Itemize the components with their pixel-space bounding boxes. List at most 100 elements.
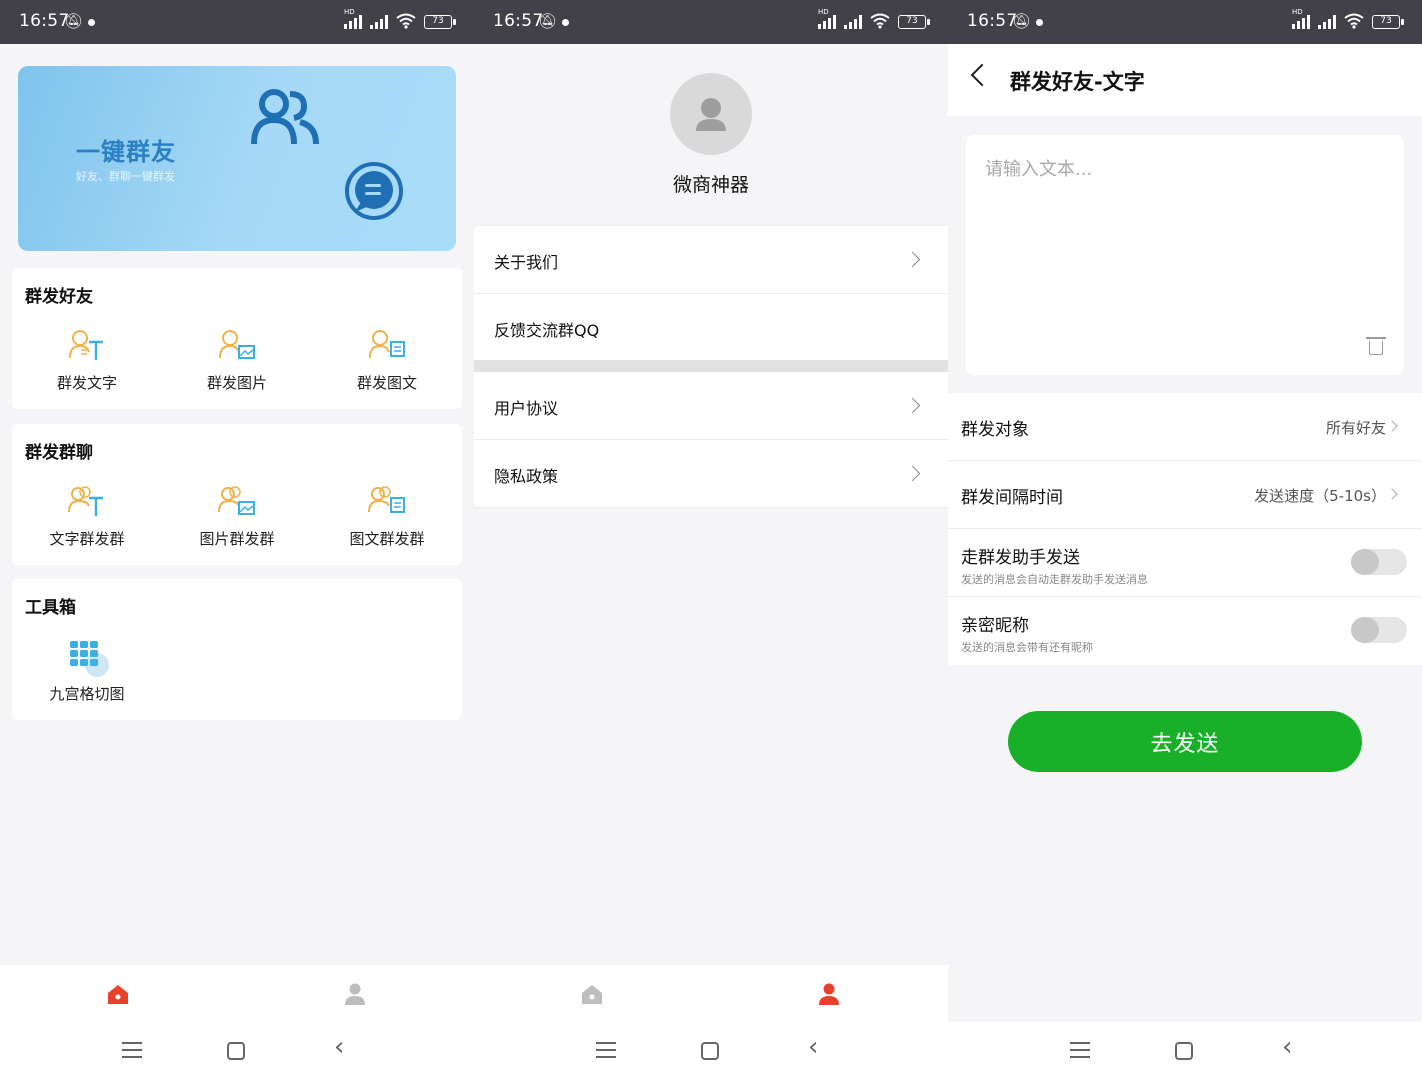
status-bar: 16:57 🔕︎ HD 73 — [474, 0, 948, 44]
section-divider — [474, 360, 948, 372]
item-label: 群发图文 — [356, 374, 417, 392]
wifi-icon — [1344, 13, 1364, 29]
battery-icon: 73 — [898, 15, 930, 29]
row-value: 发送速度（5-10s） — [1254, 487, 1386, 505]
screen-home: 16:57 🔕︎ HD 73 一键群友 好友、群聊一键群发 群发好友 群发文字 … — [0, 0, 474, 1080]
banner[interactable]: 一键群友 好友、群聊一键群发 — [18, 66, 456, 251]
row-send-interval[interactable]: 群发间隔时间 发送速度（5-10s） — [948, 461, 1422, 529]
item-label: 图片群发群 — [199, 530, 275, 548]
text-input-placeholder: 请输入文本... — [985, 159, 1093, 180]
cell-signal-icon: HD — [1292, 9, 1310, 29]
user-text-icon — [67, 328, 107, 362]
back-nav-icon[interactable]: ‹ — [808, 1032, 818, 1062]
home-nav-icon[interactable] — [1175, 1042, 1193, 1060]
chevron-right-icon — [1386, 420, 1398, 432]
user-image-icon — [217, 328, 257, 362]
item-label: 群发图片 — [206, 374, 267, 392]
screen-send-text: 16:57 🔕︎ HD 73 群发好友-文字 请输入文本... 群发对象 所有好… — [948, 0, 1422, 1080]
mute-bell-icon: 🔕︎ — [64, 12, 84, 30]
users-icon — [251, 89, 319, 145]
status-icons: HD 73 — [818, 9, 930, 29]
hd-label: HD — [1292, 8, 1303, 16]
send-button[interactable]: 去发送 — [1008, 711, 1362, 772]
back-nav-icon[interactable]: ‹ — [1282, 1032, 1292, 1062]
system-nav-bar: ‹ — [0, 1022, 474, 1080]
group-article-icon — [367, 484, 407, 518]
item-send-image-text[interactable]: 群发图文 — [312, 328, 462, 393]
menu-label: 隐私政策 — [494, 467, 559, 486]
page-header: 群发好友-文字 — [948, 44, 1422, 116]
row-description: 发送的消息会自动走群发助手发送消息 — [961, 573, 1148, 586]
row-label: 走群发助手发送 — [961, 548, 1080, 568]
group-text-icon — [67, 484, 107, 518]
chevron-right-icon — [904, 465, 921, 482]
row-label: 群发间隔时间 — [961, 488, 1063, 508]
cell-signal-2-icon — [1318, 15, 1336, 29]
status-time: 16:57 — [493, 11, 544, 31]
status-time: 16:57 — [967, 11, 1018, 31]
group-assistant-toggle[interactable] — [1351, 549, 1407, 575]
row-send-target[interactable]: 群发对象 所有好友 — [948, 393, 1422, 461]
profile-tab-icon[interactable] — [816, 981, 842, 1007]
section-title: 工具箱 — [25, 598, 76, 618]
hd-label: HD — [818, 8, 829, 16]
notification-dot-icon — [1036, 19, 1043, 26]
tab-bar — [0, 965, 474, 1022]
back-nav-icon[interactable]: ‹ — [334, 1032, 344, 1062]
row-label: 群发对象 — [961, 420, 1029, 440]
user-article-icon — [367, 328, 407, 362]
status-bar: 16:57 🔕︎ HD 73 — [948, 0, 1422, 44]
notification-dot-icon — [88, 19, 95, 26]
card-group-chats: 群发群聊 文字群发群 图片群发群 图文群发群 — [12, 424, 462, 565]
status-bar: 16:57 🔕︎ HD 73 — [0, 0, 474, 44]
menu-nav-icon[interactable] — [596, 1042, 616, 1063]
menu-item-feedback-qq[interactable]: 反馈交流群QQ — [474, 294, 948, 362]
avatar[interactable] — [670, 73, 752, 155]
cell-signal-icon: HD — [818, 9, 836, 29]
cell-signal-2-icon — [370, 15, 388, 29]
status-icons: HD 73 — [1292, 9, 1404, 29]
system-nav-bar: ‹ — [948, 1022, 1422, 1080]
menu-item-user-agreement[interactable]: 用户协议 — [474, 372, 948, 440]
item-article-to-groups[interactable]: 图文群发群 — [312, 484, 462, 549]
chevron-right-icon — [1386, 488, 1398, 500]
banner-subtitle: 好友、群聊一键群发 — [76, 170, 175, 183]
row-group-assistant: 走群发助手发送 发送的消息会自动走群发助手发送消息 — [948, 529, 1422, 597]
menu-nav-icon[interactable] — [1070, 1042, 1090, 1063]
system-nav-bar: ‹ — [474, 1022, 948, 1080]
item-send-image[interactable]: 群发图片 — [162, 328, 312, 393]
menu-item-about[interactable]: 关于我们 — [474, 226, 948, 294]
profile-tab-icon[interactable] — [342, 981, 368, 1007]
profile-name: 微商神器 — [672, 174, 749, 196]
item-text-to-groups[interactable]: 文字群发群 — [12, 484, 162, 549]
menu-item-privacy-policy[interactable]: 隐私政策 — [474, 440, 948, 508]
home-tab-icon[interactable] — [105, 981, 131, 1007]
item-label: 图文群发群 — [349, 530, 425, 548]
item-send-text[interactable]: 群发文字 — [12, 328, 162, 393]
home-nav-icon[interactable] — [227, 1042, 245, 1060]
menu-nav-icon[interactable] — [122, 1042, 142, 1063]
row-value: 所有好友 — [1325, 419, 1386, 437]
grid-icon — [67, 639, 109, 677]
item-label: 文字群发群 — [49, 530, 125, 548]
profile-header: 微商神器 — [474, 44, 948, 224]
wifi-icon — [870, 13, 890, 29]
home-nav-icon[interactable] — [701, 1042, 719, 1060]
card-toolbox: 工具箱 九宫格切图 — [12, 579, 462, 720]
item-grid-cut[interactable]: 九宫格切图 — [12, 639, 162, 704]
text-input-area[interactable]: 请输入文本... — [966, 135, 1404, 375]
home-tab-icon[interactable] — [579, 981, 605, 1007]
wifi-icon — [396, 13, 416, 29]
trash-icon[interactable] — [1366, 337, 1386, 355]
item-image-to-groups[interactable]: 图片群发群 — [162, 484, 312, 549]
battery-icon: 73 — [424, 15, 456, 29]
back-arrow-icon[interactable] — [970, 63, 994, 87]
chat-bubble-icon — [345, 162, 403, 220]
menu-label: 反馈交流群QQ — [494, 321, 600, 340]
status-time: 16:57 — [19, 11, 70, 31]
mute-bell-icon: 🔕︎ — [538, 12, 558, 30]
cell-signal-icon: HD — [344, 9, 362, 29]
hd-label: HD — [344, 8, 355, 16]
nickname-toggle[interactable] — [1351, 617, 1407, 643]
row-description: 发送的消息会带有还有昵称 — [961, 641, 1093, 654]
